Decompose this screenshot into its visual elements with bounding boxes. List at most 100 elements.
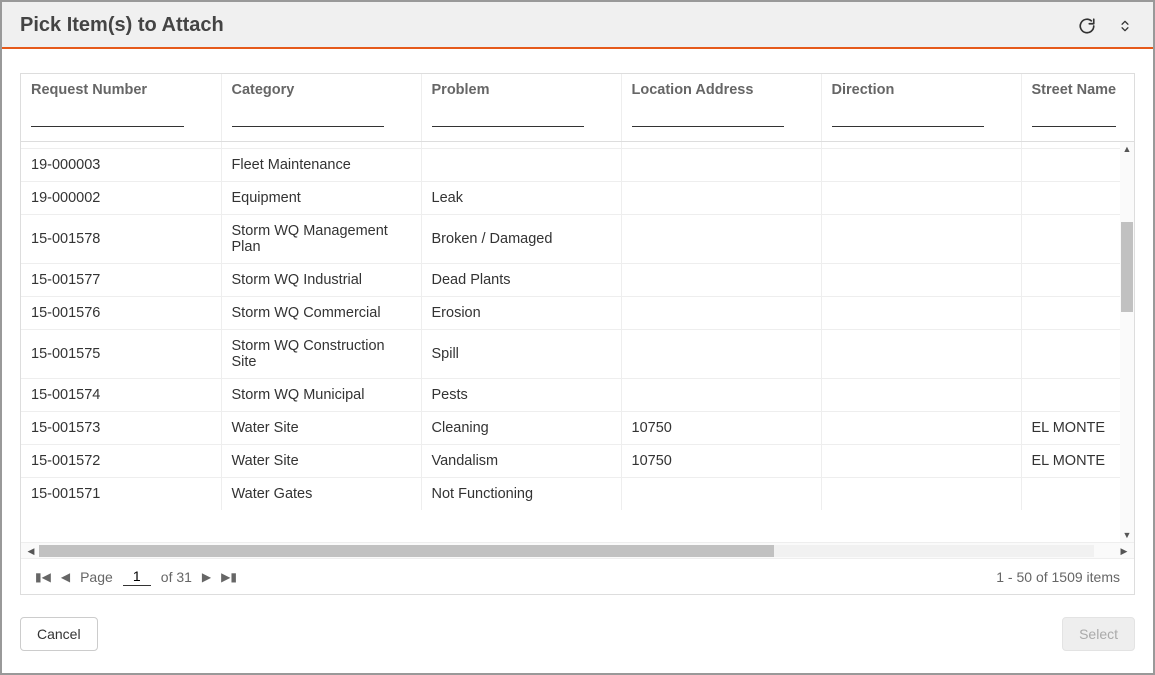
header-actions [1077,16,1135,36]
cell-request: 15-001572 [21,444,221,477]
next-page-icon[interactable]: ▶ [202,570,211,584]
scroll-left-icon[interactable]: ◀ [23,543,39,559]
vertical-scrollbar[interactable]: ▲ ▼ [1120,142,1134,542]
cell-category: Fleet Maintenance [221,148,421,181]
vertical-scroll-thumb[interactable] [1121,222,1133,312]
cell-direction [821,378,1021,411]
last-page-icon[interactable]: ▶▮ [221,570,237,584]
cell-request: 15-001574 [21,378,221,411]
table-row[interactable]: 19-000002EquipmentLeak [21,181,1134,214]
pager-summary: 1 - 50 of 1509 items [996,569,1120,585]
table-row[interactable]: 15-001575Storm WQ Construction SiteSpill [21,329,1134,378]
cancel-button[interactable]: Cancel [20,617,98,651]
scroll-right-icon[interactable]: ▶ [1116,543,1132,559]
dialog-header: Pick Item(s) to Attach [2,2,1153,49]
page-input[interactable] [123,567,151,586]
table-row[interactable]: 15-001578Storm WQ Management PlanBroken … [21,214,1134,263]
cell-category: Water Site [221,411,421,444]
table-row[interactable]: 15-001571Water GatesNot Functioning [21,477,1134,510]
grid-body-scroll[interactable]: 19-000003Fleet Maintenance19-000002Equip… [21,142,1134,542]
cell-street [1021,296,1134,329]
filter-location-address[interactable] [632,106,784,127]
col-street-name[interactable]: Street Name [1021,74,1135,100]
cell-category: Storm WQ Industrial [221,263,421,296]
col-problem[interactable]: Problem [421,74,621,100]
cell-location [621,214,821,263]
attach-items-dialog: Pick Item(s) to Attach [0,0,1155,675]
cell-street [1021,181,1134,214]
col-category[interactable]: Category [221,74,421,100]
table-row[interactable]: 15-001577Storm WQ IndustrialDead Plants [21,263,1134,296]
select-button[interactable]: Select [1062,617,1135,651]
dialog-title: Pick Item(s) to Attach [20,14,224,37]
cell-direction [821,444,1021,477]
col-location-address[interactable]: Location Address [621,74,821,100]
table-row[interactable]: 15-001572Water SiteVandalism10750EL MONT… [21,444,1134,477]
horizontal-scrollbar[interactable]: ◀ ▶ [21,542,1134,558]
filter-category[interactable] [232,106,384,127]
cell-street [1021,378,1134,411]
cell-request: 15-001573 [21,411,221,444]
horizontal-scroll-thumb[interactable] [39,545,774,557]
cell-problem: Erosion [421,296,621,329]
cell-request: 15-001577 [21,263,221,296]
first-page-icon[interactable]: ▮◀ [35,570,51,584]
cell-problem: Not Functioning [421,477,621,510]
filter-problem[interactable] [432,106,584,127]
cell-direction [821,296,1021,329]
filter-request-number[interactable] [31,106,184,127]
cell-category: Storm WQ Commercial [221,296,421,329]
cell-direction [821,329,1021,378]
cell-street [1021,214,1134,263]
cell-location: 10750 [621,411,821,444]
cell-street: EL MONTE [1021,444,1134,477]
scroll-down-icon[interactable]: ▼ [1120,528,1134,542]
cell-street [1021,477,1134,510]
filter-street-name[interactable] [1032,106,1116,127]
pager-controls: ▮◀ ◀ Page of 31 ▶ ▶▮ [35,567,237,586]
cell-problem: Broken / Damaged [421,214,621,263]
dialog-body: Request Number Category Problem Location… [2,49,1153,603]
cell-request: 15-001575 [21,329,221,378]
cell-request: 19-000002 [21,181,221,214]
table-row[interactable]: 15-001574Storm WQ MunicipalPests [21,378,1134,411]
column-header-row: Request Number Category Problem Location… [21,74,1135,100]
cell-street [1021,148,1134,181]
cell-direction [821,477,1021,510]
refresh-icon[interactable] [1077,16,1097,36]
cell-direction [821,411,1021,444]
table-row[interactable]: 15-001576Storm WQ CommercialErosion [21,296,1134,329]
cell-problem: Dead Plants [421,263,621,296]
prev-page-icon[interactable]: ◀ [61,570,70,584]
cell-category: Water Site [221,444,421,477]
cell-request: 19-000003 [21,148,221,181]
cell-location [621,263,821,296]
dialog-footer: Cancel Select [2,603,1153,673]
cell-category: Storm WQ Management Plan [221,214,421,263]
cell-direction [821,214,1021,263]
cell-location [621,181,821,214]
col-direction[interactable]: Direction [821,74,1021,100]
cell-direction [821,148,1021,181]
filter-row [21,100,1135,142]
page-label: Page [80,569,113,585]
cell-street [1021,263,1134,296]
grid: Request Number Category Problem Location… [20,73,1135,595]
cell-direction [821,263,1021,296]
table-row[interactable]: 19-000003Fleet Maintenance [21,148,1134,181]
cell-request: 15-001578 [21,214,221,263]
expand-collapse-icon[interactable] [1115,16,1135,36]
cell-location [621,296,821,329]
cell-street: EL MONTE [1021,411,1134,444]
filter-direction[interactable] [832,106,984,127]
scroll-up-icon[interactable]: ▲ [1120,142,1134,156]
cell-problem: Leak [421,181,621,214]
page-of-label: of 31 [161,569,192,585]
cell-problem: Spill [421,329,621,378]
cell-category: Water Gates [221,477,421,510]
table-row[interactable]: 15-001573Water SiteCleaning10750 EL MONTE [21,411,1134,444]
cell-problem: Cleaning [421,411,621,444]
cell-location [621,378,821,411]
cell-location [621,148,821,181]
col-request-number[interactable]: Request Number [21,74,221,100]
